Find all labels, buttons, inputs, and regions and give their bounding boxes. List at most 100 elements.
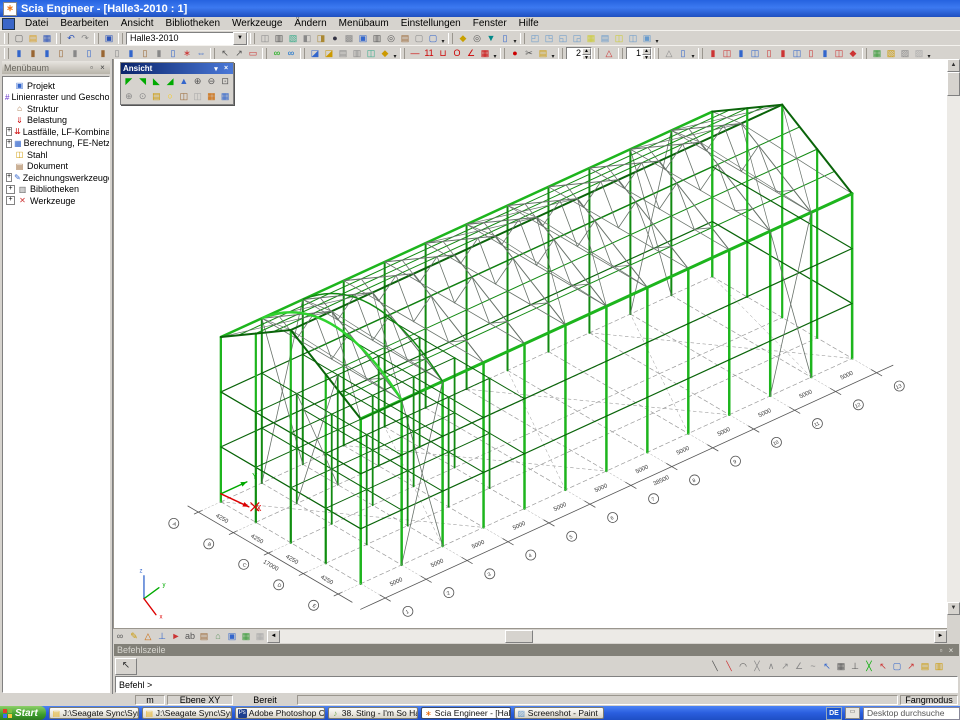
toolbar-grip[interactable] [118,33,123,44]
view-icon[interactable]: ◢ [163,75,177,88]
toolbar-icon[interactable]: ▮ [124,47,138,60]
pin-icon[interactable]: ▫ [936,646,946,655]
snap-icon[interactable]: ↗ [778,660,792,673]
vertical-scroll-thumb[interactable] [947,72,960,96]
toolbar-grip[interactable] [210,48,215,59]
toolbar-icon[interactable]: ◲ [570,32,584,45]
toolbar-icon[interactable]: ▦ [478,47,492,60]
view-setting-icon[interactable]: ab [183,630,197,643]
snap-icon[interactable]: ╳ [862,660,876,673]
plane-cell[interactable]: Ebene XY [167,695,233,705]
toolbar-icon[interactable]: ▯ [676,47,690,60]
pin-icon[interactable]: ▫ [86,63,97,73]
toolbar-grip[interactable] [4,33,9,44]
horizontal-scroll-track[interactable] [280,630,934,643]
toolbar-overflow-icon[interactable]: ▾ [690,47,696,60]
snap-icon[interactable]: ◠ [736,660,750,673]
toolbar-grip[interactable] [400,48,405,59]
sidebar-item-projekt[interactable]: ▣Projekt [3,80,109,92]
toolbar-icon[interactable]: ∞ [270,47,284,60]
toolbar-grip[interactable] [56,33,61,44]
vertical-scroll-track[interactable] [947,96,960,602]
sidebar-item-zeichnungswerkzeuge[interactable]: +✎Zeichnungswerkzeuge [3,172,109,184]
spin-up-icon[interactable]: ▲ [642,48,651,55]
taskbar-task[interactable]: ▤J:\Seagate Sync\SyncRe... [49,707,139,719]
view-icon[interactable]: ▦ [205,90,219,103]
toolbar-icon[interactable]: ◫ [626,32,640,45]
toolbar-icon[interactable]: ▯ [110,47,124,60]
model-3d[interactable]: 1234567891011121350005000500050005000500… [113,59,947,628]
toolbar-icon[interactable]: ⇔ [194,47,208,60]
toolbar-icon[interactable]: ▦ [870,47,884,60]
toolbar-overflow-icon[interactable]: ▾ [926,47,932,60]
toolbar-icon[interactable]: — [408,47,422,60]
project-window-button[interactable]: ▣ [102,32,116,45]
sidebar-item-stahl[interactable]: ◫Stahl [3,149,109,161]
expand-icon[interactable]: + [6,173,12,182]
toolbar-icon[interactable]: ∗ [180,47,194,60]
toolbar-overflow-icon[interactable]: ▾ [492,47,498,60]
view-icon[interactable]: ▲ [177,75,191,88]
sidebar-item-berechnungfenetz[interactable]: +▦Berechnung, FE-Netz [3,138,109,150]
toolbar-icon[interactable]: ▤ [536,47,550,60]
toolbar-grip[interactable] [594,48,599,59]
toolbar-overflow-icon[interactable]: ▾ [550,47,556,60]
toolbar-icon[interactable]: ◫ [612,32,626,45]
view-setting-icon[interactable]: ▤ [197,630,211,643]
view-icon[interactable]: ◥ [136,75,150,88]
toolbar-grip[interactable] [448,33,453,44]
snap-icon[interactable]: ∠ [792,660,806,673]
horizontal-scroll-thumb[interactable] [505,630,533,643]
toolbar-icon[interactable]: ◫ [258,32,272,45]
toolbar-icon[interactable]: ▯ [498,32,512,45]
menu-hilfe[interactable]: Hilfe [513,18,545,30]
toolbar-icon[interactable]: ◫ [832,47,846,60]
vertical-scrollbar[interactable]: ▲ ▼ [947,59,960,643]
ansicht-header[interactable]: Ansicht ▾ × [121,63,233,74]
scroll-right-icon[interactable]: ► [934,630,947,643]
snap-icon[interactable]: ⊥ [848,660,862,673]
view-icon[interactable]: ▤ [150,90,164,103]
toolbar-icon[interactable]: ▭ [246,47,260,60]
toolbar-icon[interactable]: ◆ [456,32,470,45]
view-setting-icon[interactable]: ∞ [113,630,127,643]
open-button[interactable]: ▤ [26,32,40,45]
toolbar-icon[interactable]: ▢ [426,32,440,45]
view-icon[interactable]: ⊖ [205,75,219,88]
view-setting-icon[interactable]: ▦ [239,630,253,643]
toolbar-icon[interactable]: ▢ [412,32,426,45]
toolbar-grip[interactable] [94,33,99,44]
toolbar-icon[interactable]: ▮ [818,47,832,60]
select-cursor-button[interactable]: ↖ [115,658,137,675]
taskbar-task[interactable]: ♪38. Sting - I'm So Happy ... [328,707,418,719]
view-icon[interactable]: ⊕ [191,75,205,88]
toolbar-overflow-icon[interactable]: ▾ [392,47,398,60]
undo-button[interactable]: ↶ [64,32,78,45]
toolbar-icon[interactable]: ▮ [40,47,54,60]
menu-bibliotheken[interactable]: Bibliotheken [160,18,226,30]
toolbar-icon[interactable]: ◰ [528,32,542,45]
snap-icon[interactable]: ~ [806,660,820,673]
scroll-left-icon[interactable]: ◄ [267,630,280,643]
menu-fenster[interactable]: Fenster [467,18,513,30]
view-icon[interactable]: ⊡ [218,75,232,88]
toolbar-icon[interactable]: ▼ [484,32,498,45]
view-setting-icon[interactable]: ⌂ [211,630,225,643]
view-icon[interactable]: ◫ [177,90,191,103]
toolbar-grip[interactable] [4,48,9,59]
toolbar-grip[interactable] [862,48,867,59]
snap-icon[interactable]: ╳ [750,660,764,673]
view-icon[interactable]: ▦ [218,90,232,103]
toolbar-icon[interactable]: ↖ [218,47,232,60]
taskbar-task[interactable]: ▨Screenshot - Paint [514,707,604,719]
project-combobox[interactable]: Halle3-2010▼ [126,32,248,45]
menu-bearbeiten[interactable]: Bearbeiten [54,18,114,30]
toolbar-icon[interactable]: ∠ [464,47,478,60]
taskbar-task[interactable]: ▤J:\Seagate Sync\SyncRe... [142,707,232,719]
toolbar-grip[interactable] [300,48,305,59]
scroll-down-icon[interactable]: ▼ [947,602,960,615]
toolbar-icon[interactable]: ▯ [762,47,776,60]
toolbar-icon[interactable]: ▥ [350,47,364,60]
toolbar-icon[interactable]: ▧ [884,47,898,60]
snap-icon[interactable]: ▦ [834,660,848,673]
